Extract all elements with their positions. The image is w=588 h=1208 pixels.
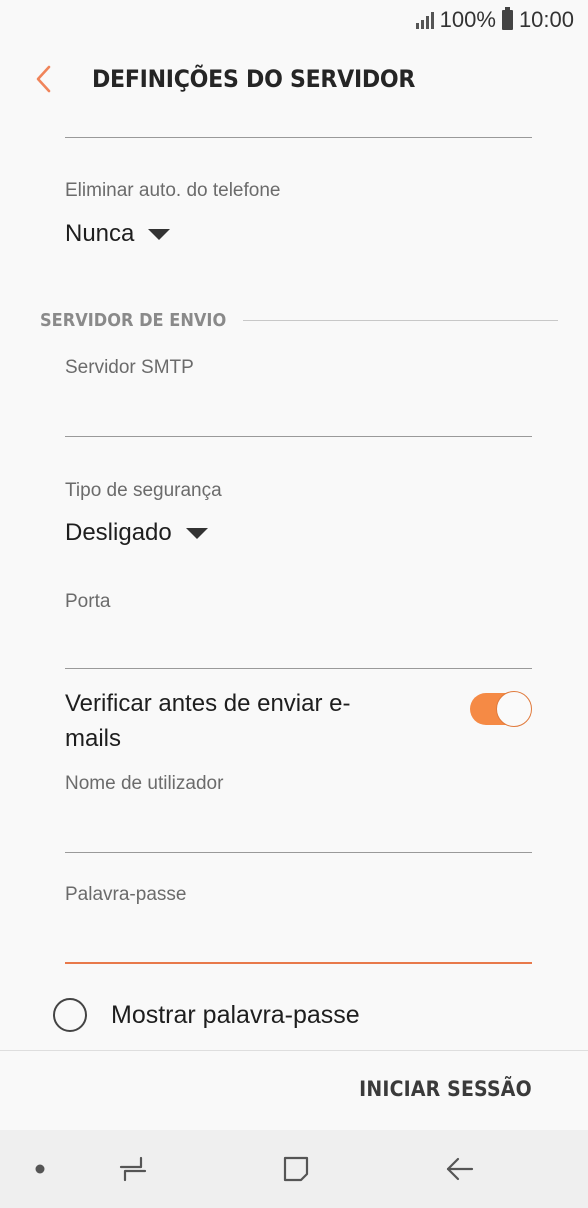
section-divider: [242, 320, 558, 321]
home-button[interactable]: [268, 1130, 324, 1208]
home-icon: [283, 1156, 309, 1182]
password-underline: [65, 962, 532, 964]
section-title: SERVIDOR DE ENVIO: [40, 310, 227, 331]
navigation-bar: [0, 1130, 588, 1208]
port-underline: [65, 668, 532, 669]
security-value: Desligado: [65, 519, 172, 546]
back-button[interactable]: [14, 40, 74, 118]
port-label: Porta: [65, 591, 111, 612]
security-label: Tipo de segurança: [65, 480, 222, 501]
auto-delete-dropdown[interactable]: Nunca: [65, 220, 171, 248]
dropdown-arrow-icon: [185, 527, 208, 539]
show-password-option[interactable]: Mostrar palavra-passe: [53, 998, 360, 1032]
previous-field-underline: [65, 137, 532, 138]
recent-apps-button[interactable]: [105, 1130, 161, 1208]
bottom-action-bar: INICIAR SESSÃO: [0, 1050, 588, 1130]
smtp-label: Servidor SMTP: [65, 357, 194, 378]
sign-in-button[interactable]: INICIAR SESSÃO: [359, 1077, 532, 1101]
battery-icon: [501, 7, 513, 30]
toggle-knob: [496, 691, 532, 727]
status-bar: 100% 10:00: [0, 0, 588, 40]
show-password-label: Mostrar palavra-passe: [111, 1000, 360, 1029]
radio-button[interactable]: [53, 998, 87, 1032]
username-underline: [65, 852, 532, 853]
security-dropdown[interactable]: Desligado: [65, 519, 208, 547]
username-label: Nome de utilizador: [65, 773, 224, 794]
smtp-input[interactable]: [65, 386, 532, 436]
signal-icon: [415, 11, 434, 29]
clock: 10:00: [518, 7, 574, 32]
dot-icon: [28, 1130, 52, 1208]
auto-delete-value: Nunca: [65, 220, 135, 247]
port-input[interactable]: [65, 620, 532, 668]
back-nav-button[interactable]: [432, 1130, 488, 1208]
password-input[interactable]: [65, 913, 532, 963]
back-arrow-icon: [446, 1157, 474, 1181]
app-bar: DEFINIÇÕES DO SERVIDOR: [0, 40, 588, 118]
verify-toggle[interactable]: [470, 691, 532, 727]
password-label: Palavra-passe: [65, 884, 187, 905]
battery-percent: 100%: [439, 7, 496, 32]
recent-apps-icon: [119, 1156, 147, 1182]
dropdown-arrow-icon: [148, 228, 171, 240]
verify-before-send-row: Verificar antes de enviar e-mails: [65, 686, 532, 756]
smtp-underline: [65, 436, 532, 437]
username-input[interactable]: [65, 802, 532, 852]
page-title: DEFINIÇÕES DO SERVIDOR: [92, 65, 416, 93]
auto-delete-label: Eliminar auto. do telefone: [65, 180, 281, 201]
chevron-left-icon: [36, 65, 51, 93]
section-header-outgoing: SERVIDOR DE ENVIO: [40, 310, 558, 331]
verify-label: Verificar antes de enviar e-mails: [65, 690, 351, 752]
